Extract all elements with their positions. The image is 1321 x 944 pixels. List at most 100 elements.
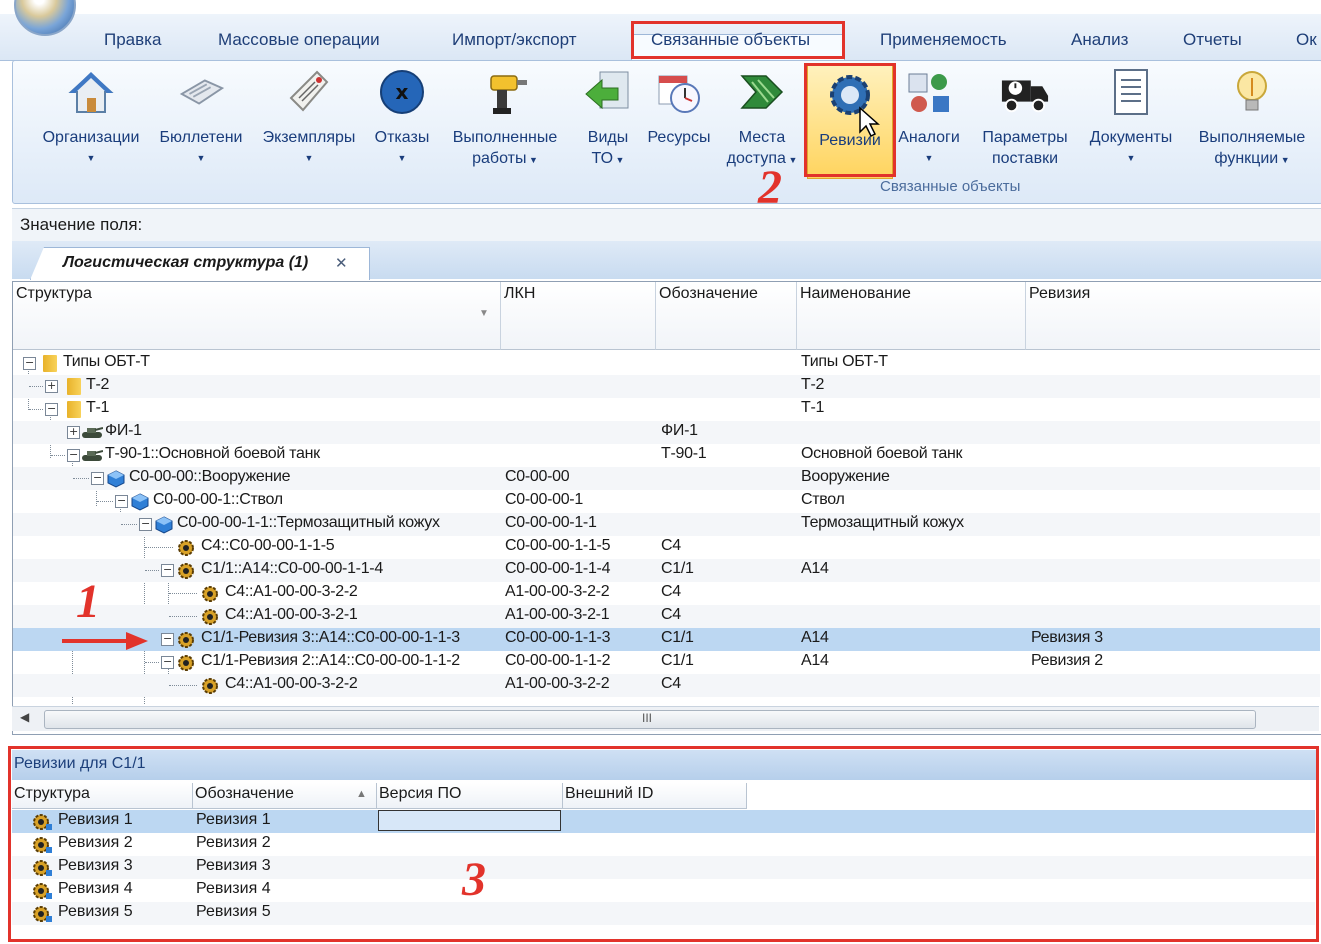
tree-row[interactable]: С4::А1-00-00-3-2-2 А1-00-00-3-2-2 С4 [13, 582, 1320, 605]
resources-label: Ресурсы [647, 129, 711, 146]
expand-toggle-icon[interactable]: + [67, 426, 80, 439]
dropdown-arrow-icon: ▼ [196, 153, 206, 163]
filter-dropdown-icon[interactable]: ▼ [479, 308, 489, 319]
cell-designation: С1/1 [661, 652, 694, 669]
functions-button[interactable]: Выполняемые функции ▼ [1185, 67, 1319, 171]
delivery-params-button[interactable]: Параметры поставки [973, 67, 1077, 169]
tab-analysis[interactable]: Анализ [1071, 30, 1128, 50]
tree-row[interactable]: С4::А1-00-00-3-2-1 А1-00-00-3-2-1 С4 [13, 605, 1320, 628]
tree-rows: − Типы ОБТ-Т Типы ОБТ-Т + Т-2 Т-2 − Т-1 … [13, 352, 1320, 704]
scroll-left-arrow-icon[interactable]: ◀ [20, 710, 29, 724]
tree-row[interactable]: − С0-00-00-1-1::Термозащитный кожух С0-0… [13, 513, 1320, 536]
collapse-toggle-icon[interactable]: − [161, 656, 174, 669]
mouse-cursor-icon [858, 106, 880, 142]
tab-title: Логистическая структура (1) [63, 254, 309, 271]
tab-reports[interactable]: Отчеты [1183, 30, 1242, 50]
tree-row[interactable]: − Т-90-1::Основной боевой танк Т-90-1 Ос… [13, 444, 1320, 467]
tree-line [97, 501, 113, 502]
annotation-box-revisions-panel [8, 746, 1319, 942]
access-places-button[interactable]: Места доступа ▼ [719, 67, 805, 171]
maintenance-types-button[interactable]: Виды ТО ▼ [579, 67, 637, 171]
tree-line [169, 593, 197, 594]
collapse-toggle-icon[interactable]: − [45, 403, 58, 416]
tab-overflow[interactable]: Ок [1296, 30, 1317, 50]
tab-logistic-structure[interactable]: Логистическая структура (1) ✕ [30, 247, 370, 280]
newspaper-icon [176, 67, 226, 117]
column-header-structure[interactable]: Структура ▼ [13, 282, 501, 350]
bulletins-button[interactable]: Бюллетени ▼ [151, 67, 251, 169]
header-label: Ревизия [1029, 285, 1091, 302]
column-header-designation[interactable]: Обозначение [656, 282, 797, 350]
cell-structure: С4::А1-00-00-3-2-2 [225, 675, 358, 692]
dropdown-arrow-icon: ▼ [924, 153, 934, 163]
structure-tree-grid[interactable]: Структура ▼ ЛКН Обозначение Наименование… [12, 281, 1321, 735]
analogs-button[interactable]: Аналоги ▼ [893, 67, 965, 169]
tab-applicability[interactable]: Применяемость [880, 30, 1007, 50]
close-icon[interactable]: ✕ [335, 254, 348, 272]
documents-button[interactable]: Документы ▼ [1081, 67, 1181, 169]
tree-row-selected[interactable]: − С1/1-Ревизия 3::А14::С0-00-00-1-1-3 С0… [13, 628, 1320, 651]
tree-row[interactable]: С4::А1-00-00-3-2-2 А1-00-00-3-2-2 С4 [13, 674, 1320, 697]
document-icon [1106, 67, 1156, 117]
annotation-box-tab [631, 21, 845, 59]
tank-icon [81, 449, 104, 461]
header-label: ЛКН [504, 285, 536, 302]
dropdown-arrow-icon: ▼ [526, 155, 538, 165]
dropdown-arrow-icon: ▼ [86, 153, 96, 163]
collapse-toggle-icon[interactable]: − [67, 449, 80, 462]
expand-toggle-icon[interactable]: + [45, 380, 58, 393]
house-icon [66, 67, 116, 117]
svg-text:x: x [396, 80, 409, 104]
tab-pravka[interactable]: Правка [104, 30, 161, 50]
tree-row[interactable]: С4::С0-00-00-1-1-5 С0-00-00-1-1-5 С4 [13, 536, 1320, 559]
collapse-toggle-icon[interactable]: − [161, 564, 174, 577]
cell-structure: С4::А1-00-00-3-2-1 [225, 606, 358, 623]
tree-row[interactable]: − С0-00-00-1::Ствол С0-00-00-1 Ствол [13, 490, 1320, 513]
tag-icon [284, 67, 334, 117]
cell-name: А14 [801, 652, 829, 669]
tree-row[interactable]: + ФИ-1 ФИ-1 [13, 421, 1320, 444]
ribbon-panel: Организации ▼ Бюллетени ▼ Экземпляры ▼ x… [12, 60, 1321, 204]
tree-row[interactable]: − С1/1-Ревизия 2::А14::С0-00-00-1-1-2 С0… [13, 651, 1320, 674]
cell-structure: Т-1 [86, 399, 110, 416]
green-arrow-icon [583, 67, 633, 117]
delivery-params-label: Параметры [982, 129, 1068, 146]
revision-gear-icon [177, 539, 197, 557]
collapse-toggle-icon[interactable]: − [115, 495, 128, 508]
completed-works-button[interactable]: Выполненные работы ▼ [441, 67, 569, 171]
collapse-toggle-icon[interactable]: − [23, 357, 36, 370]
horizontal-scrollbar[interactable]: ◀ III [12, 706, 1319, 731]
tree-line [73, 478, 89, 479]
cell-lkn: А1-00-00-3-2-2 [505, 675, 610, 692]
failure-x-icon: x [377, 67, 427, 117]
failures-button[interactable]: x Отказы ▼ [369, 67, 435, 169]
instances-label: Экземпляры [262, 129, 356, 146]
tree-row[interactable]: − С1/1::А14::С0-00-00-1-1-4 С0-00-00-1-1… [13, 559, 1320, 582]
dropdown-arrow-icon: ▼ [1278, 155, 1290, 165]
organizations-button[interactable]: Организации ▼ [23, 67, 159, 169]
cell-revision: Ревизия 2 [1031, 652, 1103, 669]
folder-icon [67, 401, 81, 418]
column-header-name[interactable]: Наименование [797, 282, 1026, 350]
tree-row[interactable]: − Т-1 Т-1 [13, 398, 1320, 421]
column-header-lkn[interactable]: ЛКН [501, 282, 656, 350]
dropdown-arrow-icon: ▼ [1126, 153, 1136, 163]
ribbon-group-label: Связанные объекты [880, 178, 1021, 195]
instances-button[interactable]: Экземпляры ▼ [253, 67, 365, 169]
tree-row[interactable]: − С0-00-00::Вооружение С0-00-00 Вооружен… [13, 467, 1320, 490]
functions-label-2: функции [1214, 150, 1279, 167]
tab-mass-operations[interactable]: Массовые операции [218, 30, 380, 50]
cell-designation: Т-90-1 [661, 445, 707, 462]
column-header-revision[interactable]: Ревизия [1026, 282, 1320, 350]
collapse-toggle-icon[interactable]: − [91, 472, 104, 485]
collapse-toggle-icon[interactable]: − [161, 633, 174, 646]
scrollbar-thumb[interactable]: III [44, 710, 1256, 729]
tree-row[interactable]: − Типы ОБТ-Т Типы ОБТ-Т [13, 352, 1320, 375]
organizations-label: Организации [42, 129, 140, 146]
resources-button[interactable]: Ресурсы [641, 67, 717, 148]
cell-lkn: А1-00-00-3-2-2 [505, 583, 610, 600]
tree-row[interactable]: + Т-2 Т-2 [13, 375, 1320, 398]
cell-designation: С1/1 [661, 560, 694, 577]
collapse-toggle-icon[interactable]: − [139, 518, 152, 531]
tab-import-export[interactable]: Импорт/экспорт [452, 30, 577, 50]
